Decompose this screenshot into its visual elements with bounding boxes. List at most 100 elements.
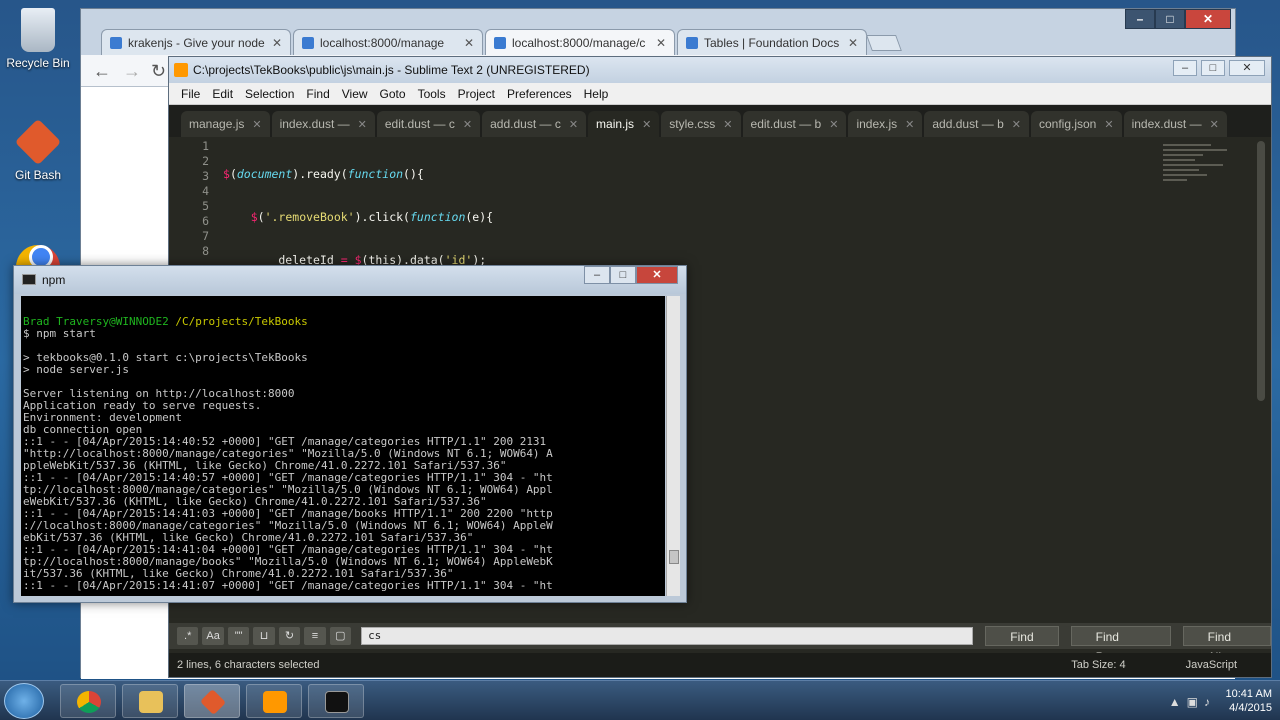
taskbar-console-button[interactable] — [308, 684, 364, 718]
chrome-maximize-button[interactable]: □ — [1155, 9, 1185, 29]
sublime-window-title: C:\projects\TekBooks\public\js\main.js -… — [193, 63, 590, 77]
new-tab-button[interactable] — [866, 35, 902, 51]
find-all-button[interactable]: Find All — [1182, 626, 1272, 664]
close-icon[interactable]: ✕ — [252, 118, 261, 131]
clock-date: 4/4/2015 — [1229, 702, 1272, 714]
editor-tab-label: add.dust — b — [932, 117, 1004, 131]
close-icon[interactable]: ✕ — [463, 118, 472, 131]
find-button[interactable]: Find — [985, 626, 1059, 646]
editor-tab[interactable]: add.dust — b ✕ — [924, 111, 1029, 137]
close-icon[interactable]: ✕ — [1104, 118, 1113, 131]
menu-project[interactable]: Project — [452, 87, 501, 101]
volume-icon[interactable]: ♪ — [1204, 695, 1210, 709]
editor-tab[interactable]: index.js ✕ — [848, 111, 923, 137]
sublime-icon — [263, 691, 287, 713]
close-icon[interactable]: ✕ — [656, 36, 666, 50]
chrome-close-button[interactable]: ✕ — [1185, 9, 1231, 29]
npm-minimize-button[interactable]: – — [584, 266, 610, 284]
editor-tab[interactable]: manage.js ✕ — [181, 111, 270, 137]
chrome-tab-krakenjs[interactable]: krakenjs - Give your node ✕ — [101, 29, 291, 55]
network-icon[interactable]: ▣ — [1187, 695, 1198, 709]
sublime-close-button[interactable]: ✕ — [1229, 60, 1265, 76]
chrome-minimize-button[interactable]: – — [1125, 9, 1155, 29]
menu-view[interactable]: View — [336, 87, 374, 101]
close-icon[interactable]: ✕ — [358, 118, 367, 131]
editor-tab[interactable]: index.dust — ✕ — [271, 111, 375, 137]
case-sensitive-toggle[interactable]: Aa — [202, 627, 224, 645]
npm-close-button[interactable]: ✕ — [636, 266, 678, 284]
sublime-maximize-button[interactable]: □ — [1201, 60, 1225, 76]
sublime-title-bar[interactable]: C:\projects\TekBooks\public\js\main.js -… — [169, 57, 1271, 83]
recycle-bin-desktop-icon[interactable]: Recycle Bin — [0, 8, 76, 70]
wrap-toggle[interactable]: ↻ — [278, 627, 301, 645]
close-icon[interactable]: ✕ — [272, 36, 282, 50]
whole-word-toggle[interactable]: "" — [227, 627, 250, 645]
find-panel: .* Aa "" ⊔ ↻ ≡ ▢ cs Find Find Prev Find … — [169, 623, 1272, 664]
console-output[interactable]: Brad Traversy@WINNODE2 /C/projects/TekBo… — [21, 296, 665, 596]
close-icon[interactable]: ✕ — [905, 118, 914, 131]
recycle-bin-icon — [21, 8, 55, 52]
close-icon[interactable]: ✕ — [723, 118, 732, 131]
menu-preferences[interactable]: Preferences — [501, 87, 578, 101]
minimap[interactable] — [1163, 141, 1243, 201]
chrome-tab-label: localhost:8000/manage — [320, 35, 445, 50]
close-icon[interactable]: ✕ — [829, 118, 838, 131]
menu-help[interactable]: Help — [578, 87, 615, 101]
menu-tools[interactable]: Tools — [412, 87, 452, 101]
sublime-minimize-button[interactable]: – — [1173, 60, 1197, 76]
recycle-bin-label: Recycle Bin — [6, 56, 70, 70]
show-hidden-icons-icon[interactable]: ▲ — [1169, 695, 1181, 709]
taskbar-git-bash-button[interactable] — [184, 684, 240, 718]
editor-tab[interactable]: index.dust — ✕ — [1123, 111, 1227, 137]
sublime-app-icon — [174, 63, 188, 77]
git-bash-desktop-icon[interactable]: Git Bash — [0, 118, 76, 182]
chrome-tab-localhost-manage-c[interactable]: localhost:8000/manage/c ✕ — [485, 29, 675, 55]
editor-tab[interactable]: edit.dust — c ✕ — [376, 111, 481, 137]
close-icon[interactable]: ✕ — [1210, 118, 1219, 131]
site-favicon-icon — [494, 36, 506, 49]
menu-file[interactable]: File — [175, 87, 206, 101]
editor-tab[interactable]: edit.dust — b ✕ — [742, 111, 847, 137]
editor-tab[interactable]: add.dust — c ✕ — [482, 111, 587, 137]
close-icon[interactable]: ✕ — [1012, 118, 1021, 131]
start-button[interactable] — [4, 683, 44, 719]
back-arrow-icon[interactable]: ← — [93, 61, 111, 82]
chrome-tab-localhost-manage[interactable]: localhost:8000/manage ✕ — [293, 29, 483, 55]
taskbar-chrome-button[interactable] — [60, 684, 116, 718]
highlight-matches-toggle[interactable]: ≡ — [304, 627, 326, 645]
console-scroll-thumb[interactable] — [669, 550, 679, 564]
regex-toggle[interactable]: .* — [177, 627, 199, 645]
editor-tab-active[interactable]: main.js ✕ — [588, 111, 660, 137]
menu-goto[interactable]: Goto — [374, 87, 412, 101]
menu-find[interactable]: Find — [300, 87, 335, 101]
system-tray: ▲ ▣ ♪ — [1169, 695, 1210, 709]
menu-edit[interactable]: Edit — [206, 87, 239, 101]
find-prev-button[interactable]: Find Prev — [1070, 626, 1171, 664]
chrome-icon — [77, 691, 101, 713]
forward-arrow-icon[interactable]: → — [123, 61, 141, 82]
reload-icon[interactable]: ↻ — [151, 61, 166, 82]
show-context-toggle[interactable]: ▢ — [329, 627, 352, 645]
close-icon[interactable]: ✕ — [848, 36, 858, 50]
taskbar-explorer-button[interactable] — [122, 684, 178, 718]
git-bash-icon — [14, 118, 62, 166]
in-selection-toggle[interactable]: ⊔ — [253, 627, 275, 645]
editor-tab[interactable]: style.css ✕ — [661, 111, 741, 137]
chrome-tab-foundation-docs[interactable]: Tables | Foundation Docs ✕ — [677, 29, 867, 55]
clock[interactable]: 10:41 AM 4/4/2015 — [1226, 687, 1272, 715]
taskbar-sublime-button[interactable] — [246, 684, 302, 718]
npm-maximize-button[interactable]: □ — [610, 266, 636, 284]
close-icon[interactable]: ✕ — [464, 36, 474, 50]
close-icon[interactable]: ✕ — [569, 118, 578, 131]
editor-scrollbar[interactable] — [1257, 141, 1265, 401]
find-input[interactable]: cs — [361, 627, 974, 645]
editor-tab[interactable]: config.json ✕ — [1030, 111, 1122, 137]
kraken-favicon-icon — [110, 36, 122, 49]
npm-title-bar[interactable]: npm – □ ✕ — [14, 266, 686, 294]
syntax-selector[interactable]: JavaScript — [1186, 659, 1237, 671]
close-icon[interactable]: ✕ — [642, 118, 651, 131]
tab-size-selector[interactable]: Tab Size: 4 — [1071, 659, 1125, 671]
console-scrollbar[interactable] — [666, 296, 680, 596]
code-line: $('.removeBook').click(function(e){ — [250, 210, 494, 224]
menu-selection[interactable]: Selection — [239, 87, 300, 101]
